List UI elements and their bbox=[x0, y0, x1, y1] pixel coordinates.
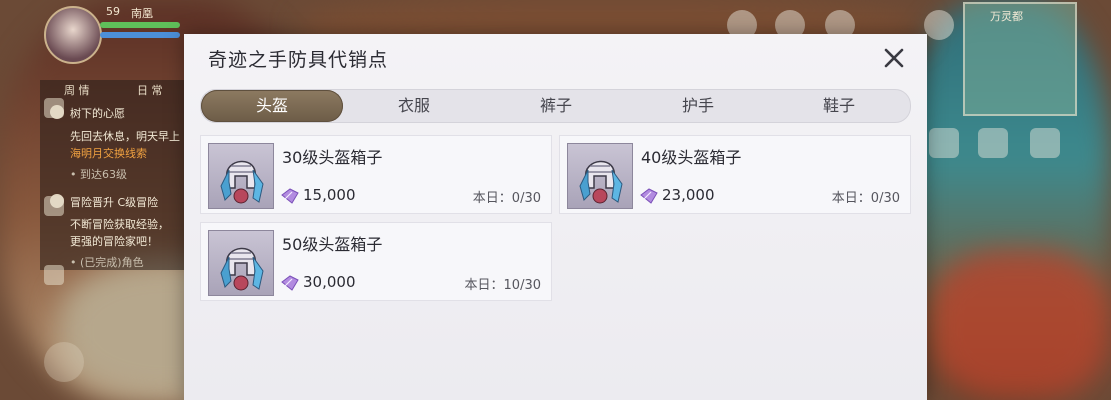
player-avatar[interactable] bbox=[44, 6, 102, 64]
shop-item-card[interactable]: 30级头盔箱子 15,000 本日：0/30 bbox=[200, 135, 552, 214]
item-price: 30,000 bbox=[303, 273, 356, 291]
quest-tab-daily[interactable]: 日 常 bbox=[137, 84, 163, 97]
shop-modal: 奇迹之手防具代销点 头盔 衣服 裤子 护手 鞋子 30级头盔箱子 15,000 … bbox=[184, 34, 927, 400]
flag-icon[interactable] bbox=[44, 196, 64, 216]
purple-gem-icon bbox=[640, 188, 658, 204]
item-name: 40级头盔箱子 bbox=[641, 148, 742, 167]
item-price: 15,000 bbox=[303, 186, 356, 204]
back-arrow-icon[interactable] bbox=[44, 265, 64, 285]
quest-line: 海明月交换线索 bbox=[70, 147, 147, 160]
hp-bar bbox=[100, 22, 180, 28]
tab-gloves[interactable]: 护手 bbox=[627, 90, 769, 122]
tab-helmet[interactable]: 头盔 bbox=[201, 90, 343, 122]
helmet-box-icon bbox=[208, 230, 274, 296]
daily-limit: 本日：0/30 bbox=[831, 191, 900, 206]
quest-line: • 到达63级 bbox=[70, 168, 127, 181]
chat-icon[interactable] bbox=[44, 98, 64, 118]
quest-line: • (已完成)角色 bbox=[70, 256, 144, 269]
daily-limit: 本日：10/30 bbox=[464, 278, 541, 293]
shop-item-card[interactable]: 40级头盔箱子 23,000 本日：0/30 bbox=[559, 135, 911, 214]
player-name: 南凰 bbox=[131, 7, 153, 20]
tab-pants[interactable]: 裤子 bbox=[485, 90, 627, 122]
map-name: 万灵都 bbox=[990, 10, 1023, 23]
helmet-box-icon bbox=[208, 143, 274, 209]
mp-bar bbox=[100, 32, 180, 38]
wing-icon[interactable] bbox=[44, 342, 84, 382]
quest-line: 更强的冒险家吧！ bbox=[70, 235, 158, 248]
item-name: 30级头盔箱子 bbox=[282, 148, 383, 167]
player-level: 59 bbox=[106, 5, 120, 18]
tab-clothes[interactable]: 衣服 bbox=[343, 90, 485, 122]
calendar-icon[interactable] bbox=[929, 128, 959, 158]
backpack-icon[interactable] bbox=[978, 128, 1008, 158]
shop-title: 奇迹之手防具代销点 bbox=[208, 49, 389, 71]
quest-line[interactable]: 树下的心愿 bbox=[70, 105, 125, 121]
item-price: 23,000 bbox=[662, 186, 715, 204]
quest-line: 不断冒险获取经验， bbox=[70, 218, 169, 231]
quest-line: 先回去休息，明天早上 bbox=[70, 130, 180, 143]
daily-limit: 本日：0/30 bbox=[472, 191, 541, 206]
item-name: 50级头盔箱子 bbox=[282, 235, 383, 254]
close-icon[interactable] bbox=[882, 46, 906, 70]
dpad-icon[interactable] bbox=[1030, 128, 1060, 158]
tab-shoes[interactable]: 鞋子 bbox=[768, 90, 910, 122]
helmet-box-icon bbox=[567, 143, 633, 209]
category-tabs: 头盔 衣服 裤子 护手 鞋子 bbox=[200, 89, 911, 123]
shop-item-card[interactable]: 50级头盔箱子 30,000 本日：10/30 bbox=[200, 222, 552, 301]
quest-tab-weekly[interactable]: 周 情 bbox=[64, 84, 90, 97]
purple-gem-icon bbox=[281, 275, 299, 291]
settings-icon[interactable] bbox=[924, 10, 954, 40]
quest-line[interactable]: 冒险晋升 C级冒险 bbox=[70, 194, 158, 210]
purple-gem-icon bbox=[281, 188, 299, 204]
